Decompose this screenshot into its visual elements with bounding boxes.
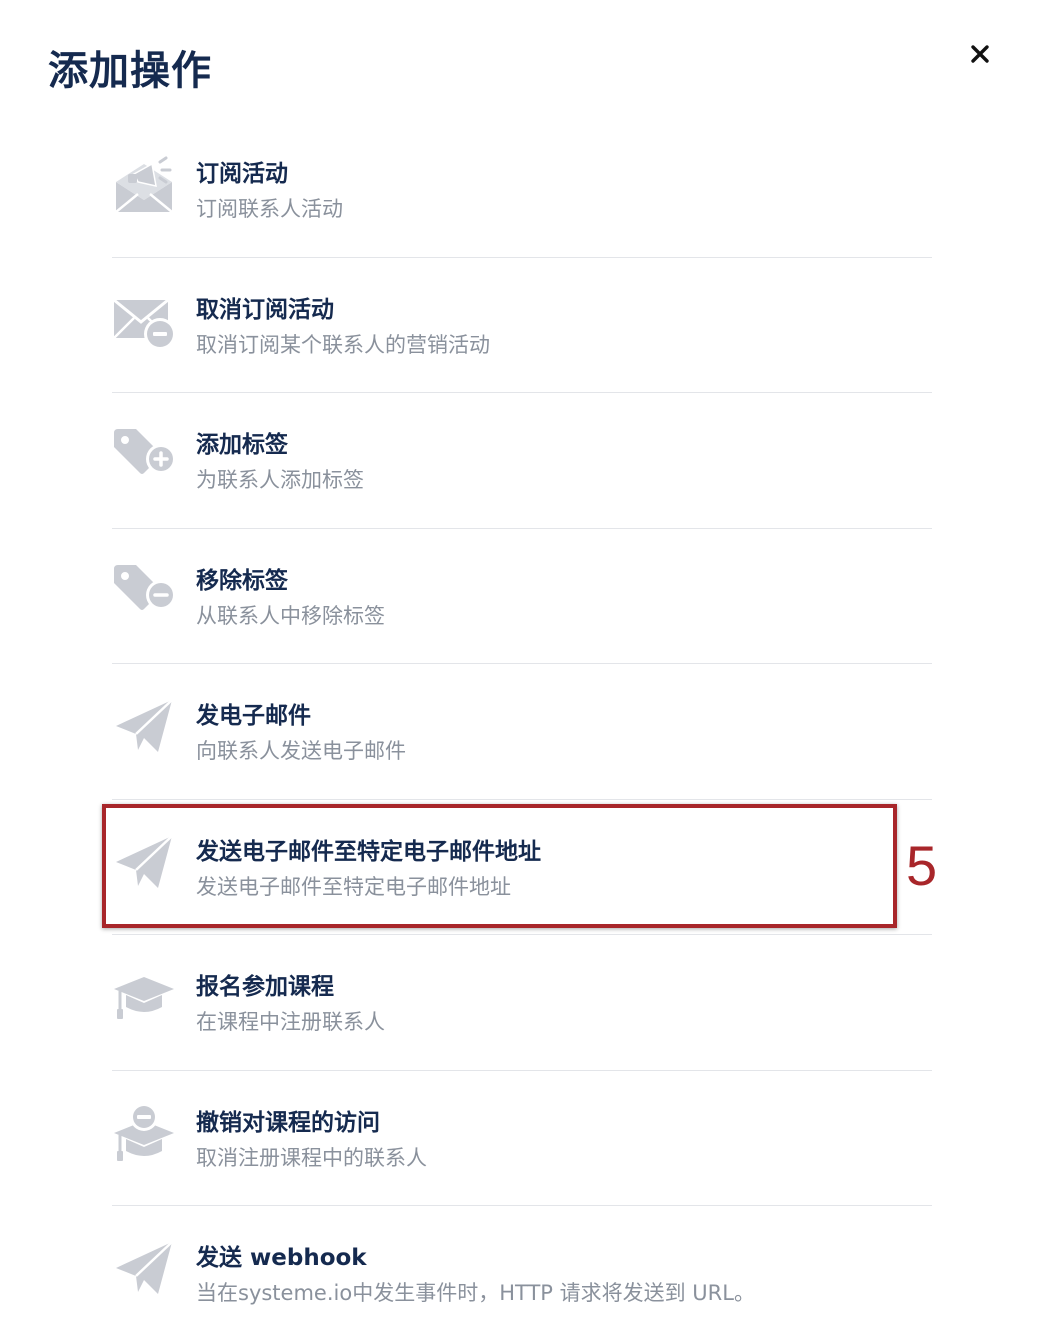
action-title: 报名参加课程 xyxy=(196,974,334,1000)
action-send-webhook[interactable]: 发送 webhook 当在systeme.io中发生事件时，HTTP 请求将发送… xyxy=(112,1206,932,1342)
action-subscribe-campaign[interactable]: 订阅活动 订阅联系人活动 xyxy=(112,122,932,258)
action-title: 发送 webhook xyxy=(196,1245,367,1271)
action-list: 订阅活动 订阅联系人活动 取消订阅活动 取消订阅某个联系人的营销活动 添加标签 … xyxy=(112,122,932,1342)
action-description: 订阅联系人活动 xyxy=(196,197,343,221)
campaign-subscribe-icon xyxy=(112,152,176,216)
action-title: 订阅活动 xyxy=(196,161,288,187)
graduation-cap-remove-icon xyxy=(112,1101,176,1165)
action-enroll-course[interactable]: 报名参加课程 在课程中注册联系人 xyxy=(112,935,932,1071)
close-icon xyxy=(971,45,989,63)
action-description: 取消订阅某个联系人的营销活动 xyxy=(196,332,490,357)
action-title: 发送电子邮件至特定电子邮件地址 xyxy=(196,838,541,865)
action-unsubscribe-campaign[interactable]: 取消订阅活动 取消订阅某个联系人的营销活动 xyxy=(112,258,932,393)
action-description: 向联系人发送电子邮件 xyxy=(196,739,406,763)
action-title: 移除标签 xyxy=(196,567,288,594)
tag-remove-icon xyxy=(112,559,176,623)
action-description: 在课程中注册联系人 xyxy=(196,1010,385,1034)
action-send-email-to-address[interactable]: 发送电子邮件至特定电子邮件地址 发送电子邮件至特定电子邮件地址 xyxy=(112,800,932,935)
close-button[interactable] xyxy=(962,36,998,72)
action-title: 撤销对课程的访问 xyxy=(196,1109,380,1136)
tag-add-icon xyxy=(112,423,176,487)
action-remove-tag[interactable]: 移除标签 从联系人中移除标签 xyxy=(112,529,932,664)
campaign-unsubscribe-icon xyxy=(112,288,176,352)
action-title: 取消订阅活动 xyxy=(196,296,334,323)
action-revoke-course[interactable]: 撤销对课程的访问 取消注册课程中的联系人 xyxy=(112,1071,932,1206)
action-description: 从联系人中移除标签 xyxy=(196,603,385,628)
action-description: 当在systeme.io中发生事件时，HTTP 请求将发送到 URL。 xyxy=(196,1281,755,1305)
action-description: 取消注册课程中的联系人 xyxy=(196,1145,427,1170)
paper-plane-icon xyxy=(112,830,176,894)
action-add-tag[interactable]: 添加标签 为联系人添加标签 xyxy=(112,393,932,529)
paper-plane-icon xyxy=(112,1236,176,1300)
action-description: 发送电子邮件至特定电子邮件地址 xyxy=(196,874,511,899)
action-description: 为联系人添加标签 xyxy=(196,468,364,492)
graduation-cap-icon xyxy=(112,965,176,1029)
paper-plane-icon xyxy=(112,694,176,758)
modal-title: 添加操作 xyxy=(48,48,212,94)
action-send-email[interactable]: 发电子邮件 向联系人发送电子邮件 xyxy=(112,664,932,800)
action-title: 发电子邮件 xyxy=(196,703,311,729)
step-number-label: 5 xyxy=(906,834,938,897)
action-title: 添加标签 xyxy=(196,432,288,458)
